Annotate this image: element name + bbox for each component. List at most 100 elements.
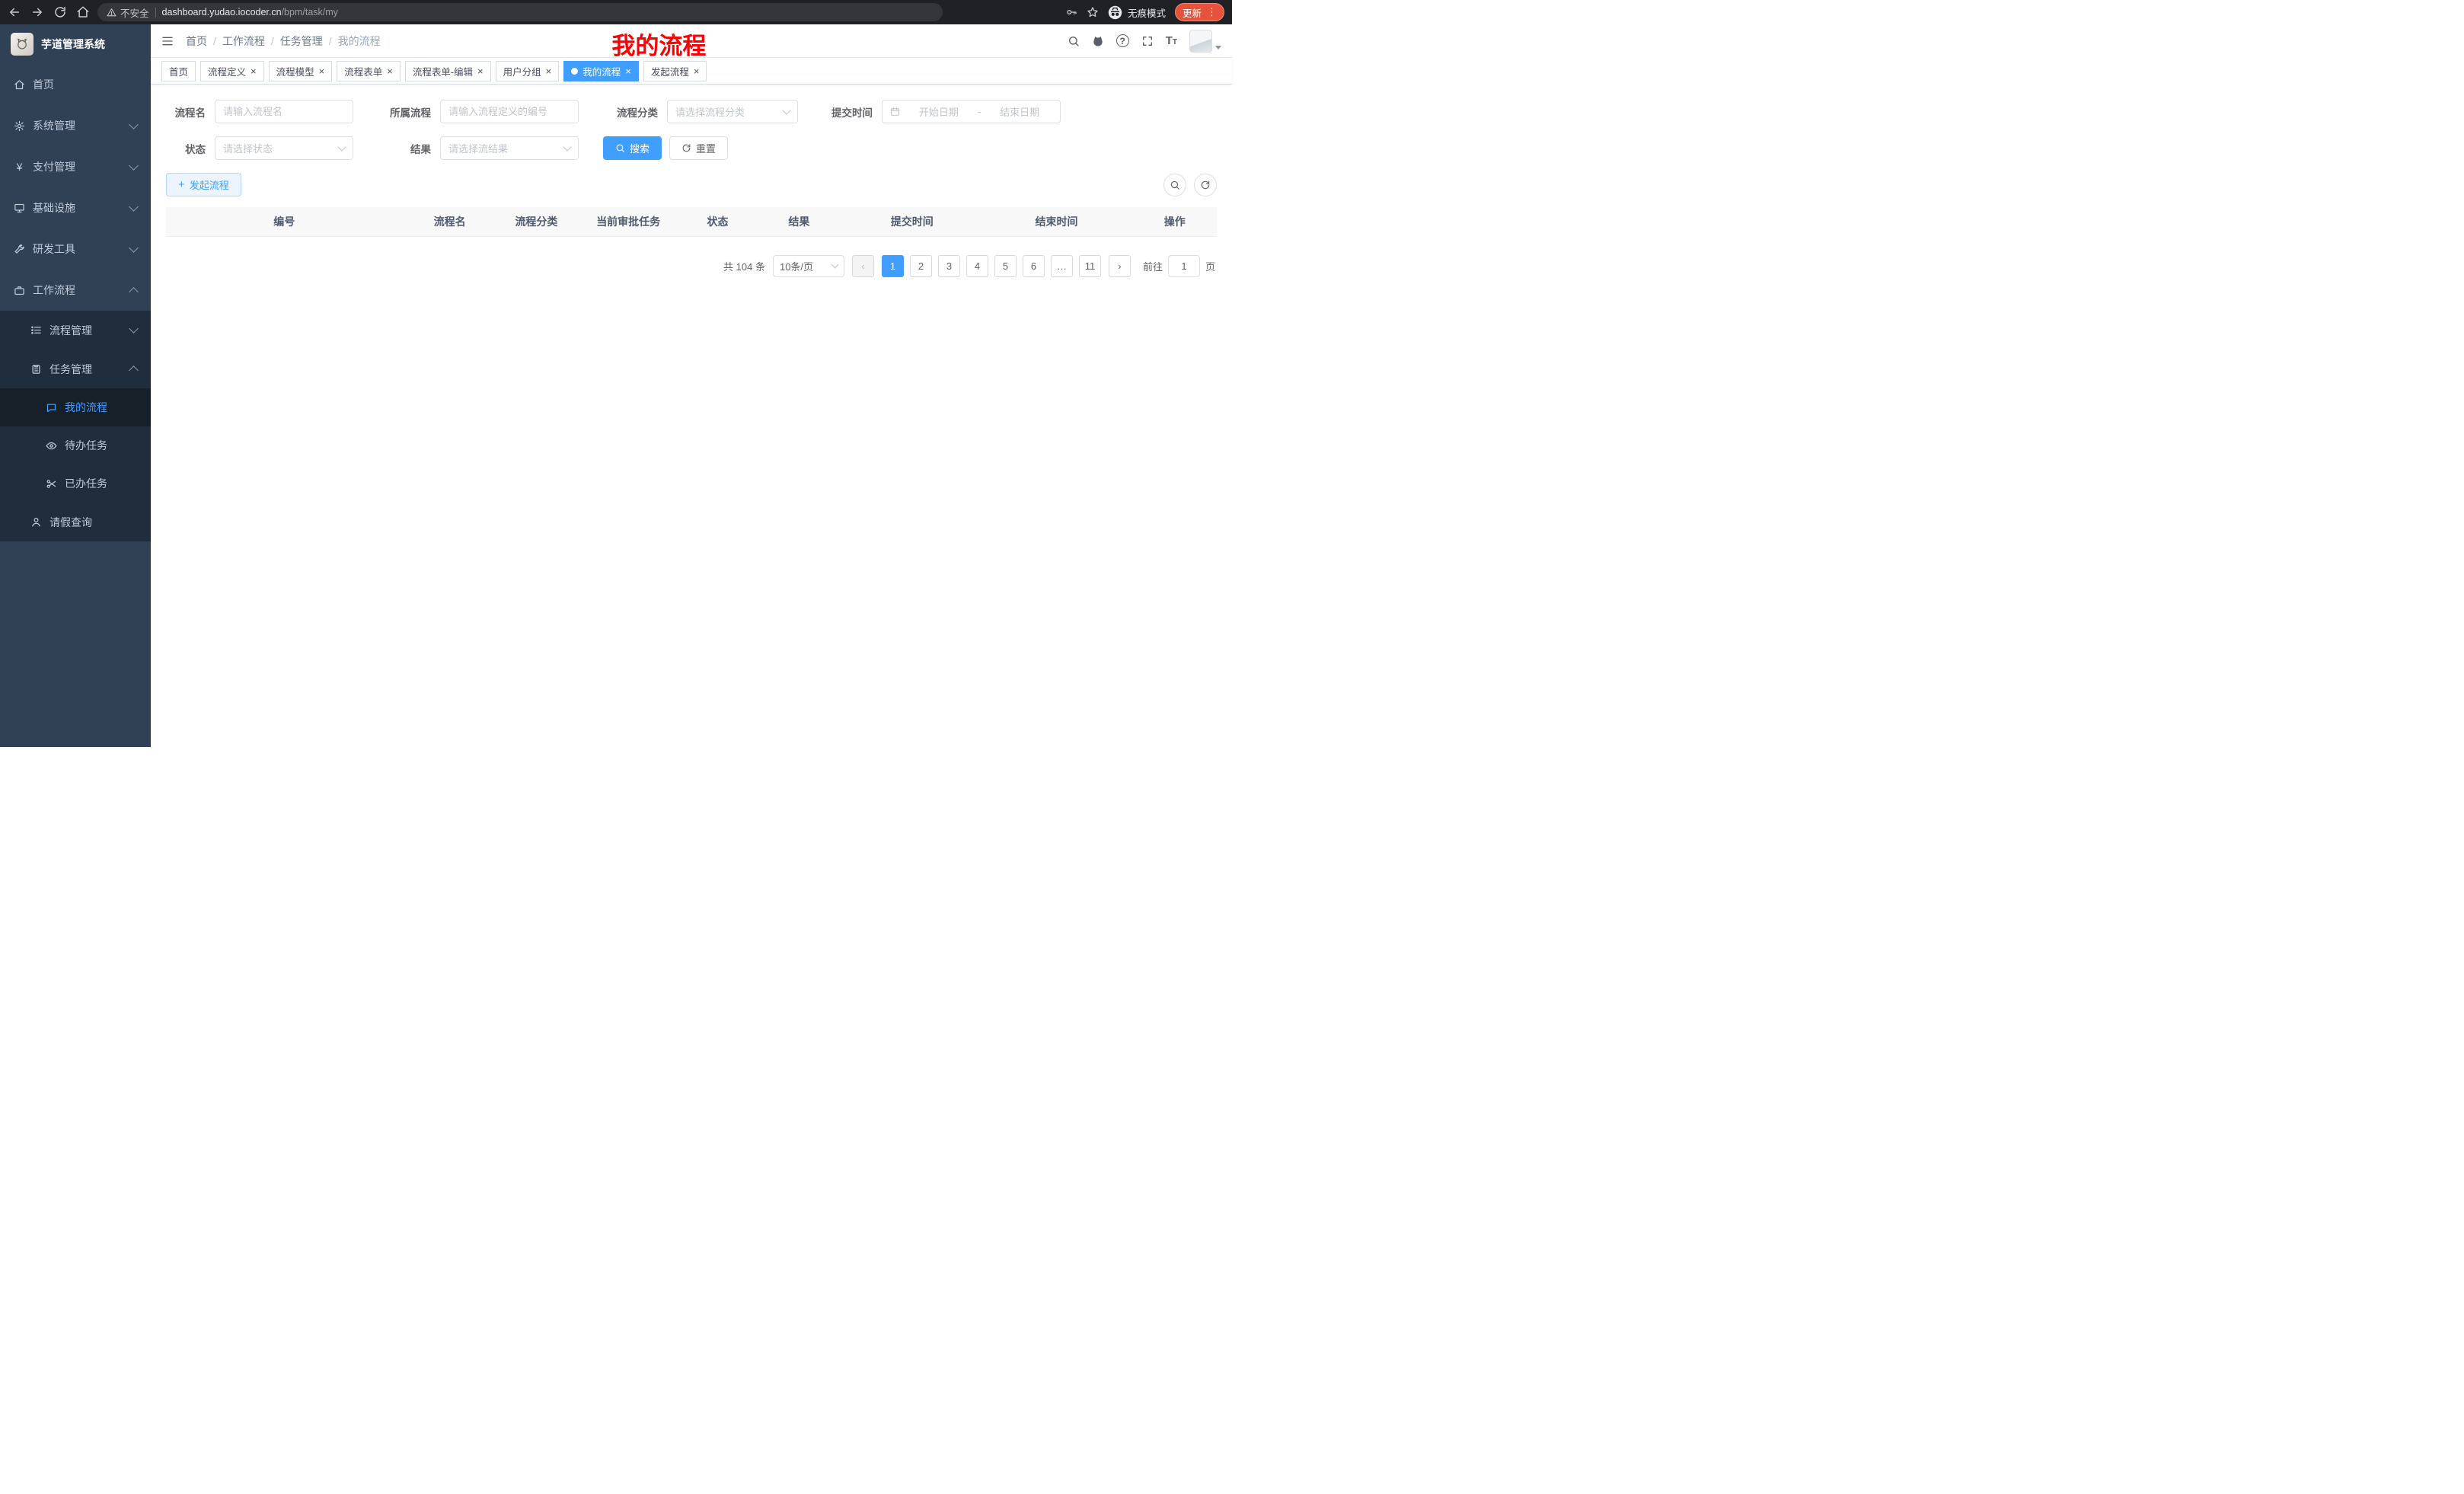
column-header: 提交时间 — [844, 207, 980, 236]
app-title: 芋道管理系统 — [41, 37, 105, 52]
sidebar-item-done-tasks[interactable]: 已办任务 — [0, 464, 151, 503]
bookmark-star-icon[interactable] — [1087, 6, 1099, 18]
sidebar-item-workflow[interactable]: 工作流程 — [0, 270, 151, 311]
fullscreen-icon[interactable] — [1141, 35, 1154, 47]
create-process-button[interactable]: + 发起流程 — [166, 173, 241, 196]
pagination-total: 共 104 条 — [723, 259, 765, 273]
process-name-label: 流程名 — [166, 104, 206, 120]
sidebar-toggle-icon[interactable] — [161, 35, 174, 47]
page-button[interactable]: 11 — [1079, 255, 1101, 277]
breadcrumb-separator: / — [271, 35, 274, 47]
gear-icon — [14, 120, 25, 132]
status-select[interactable]: 请选择状态 — [215, 136, 353, 160]
forward-icon[interactable] — [30, 5, 44, 19]
table-refresh-button[interactable] — [1194, 174, 1217, 196]
sidebar-item-my-process[interactable]: 我的流程 — [0, 388, 151, 426]
create-process-label: 发起流程 — [190, 177, 229, 192]
tab-item[interactable]: 流程模型× — [269, 61, 333, 81]
tab-item[interactable]: 用户分组 × — [496, 61, 560, 81]
back-icon[interactable] — [8, 5, 21, 19]
category-select[interactable]: 请选择流程分类 — [667, 100, 798, 123]
chevron-down-icon — [782, 106, 790, 114]
page-button[interactable]: 1 — [882, 255, 904, 277]
home-icon[interactable] — [76, 5, 90, 19]
font-size-icon[interactable]: TT — [1166, 34, 1177, 47]
process-name-input[interactable] — [215, 100, 353, 123]
close-icon[interactable]: × — [625, 66, 631, 76]
page-size-select[interactable]: 10条/页 — [773, 255, 844, 277]
sidebar-item-infra[interactable]: 基础设施 — [0, 187, 151, 228]
sidebar-item-task-mgmt[interactable]: 任务管理 — [0, 350, 151, 388]
range-separator: - — [978, 106, 981, 117]
incognito-icon — [1108, 5, 1122, 20]
address-bar[interactable]: 不安全 dashboard.yudao.iocoder.cn/bpm/task/… — [97, 3, 943, 21]
help-icon[interactable]: ? — [1116, 34, 1129, 47]
table-header-row: 编号 流程名 流程分类 当前审批任务 状态 结果 提交时间 结束时间 操作 — [166, 207, 1217, 236]
search-icon[interactable] — [1068, 35, 1080, 47]
search-button[interactable]: 搜索 — [603, 136, 662, 160]
tab-item[interactable]: 流程表单-编辑 × — [405, 61, 491, 81]
browser-menu-icon[interactable]: ⋮ — [1207, 6, 1217, 18]
url-path: /bpm/task/my — [282, 7, 338, 18]
submit-time-range-picker[interactable]: 开始日期 - 结束日期 — [882, 100, 1061, 123]
security-indicator[interactable]: 不安全 — [107, 5, 149, 20]
page-ellipsis[interactable]: … — [1051, 255, 1073, 277]
result-placeholder: 请选择流结果 — [448, 141, 508, 155]
avatar[interactable] — [1189, 30, 1212, 53]
tab-label: 流程表单-编辑 — [413, 64, 473, 78]
key-icon[interactable] — [1065, 6, 1077, 18]
goto-suffix: 页 — [1205, 259, 1215, 273]
chevron-down-icon — [129, 324, 139, 334]
page-button[interactable]: 4 — [966, 255, 988, 277]
tab-item[interactable]: 我的流程× — [563, 61, 639, 81]
close-icon[interactable]: × — [387, 66, 393, 76]
close-icon[interactable]: × — [319, 66, 325, 76]
tab-item[interactable]: 首页 — [161, 61, 196, 81]
logo[interactable]: 芋道管理系统 — [0, 24, 151, 64]
chevron-down-icon — [129, 120, 139, 129]
sidebar-item-payment[interactable]: ¥ 支付管理 — [0, 146, 151, 187]
sidebar-item-system[interactable]: 系统管理 — [0, 105, 151, 146]
breadcrumb-item[interactable]: 首页 — [186, 34, 207, 49]
sidebar-item-leave-query[interactable]: 请假查询 — [0, 503, 151, 541]
github-icon[interactable] — [1092, 35, 1104, 47]
user-menu[interactable] — [1189, 30, 1221, 53]
tab-item[interactable]: 流程定义× — [200, 61, 264, 81]
sidebar-item-home[interactable]: 首页 — [0, 64, 151, 105]
chevron-up-icon — [129, 287, 139, 297]
sidebar-item-todo-tasks[interactable]: 待办任务 — [0, 426, 151, 464]
page-button[interactable]: 5 — [994, 255, 1017, 277]
category-placeholder: 请选择流程分类 — [675, 104, 745, 119]
close-icon[interactable]: × — [694, 66, 700, 76]
table-search-button[interactable] — [1163, 174, 1186, 196]
page-button[interactable]: 6 — [1023, 255, 1045, 277]
page-size-value: 10条/页 — [780, 259, 813, 273]
breadcrumb-separator: / — [213, 35, 216, 47]
page-annotation: 我的流程 — [611, 27, 706, 61]
column-header: 流程分类 — [497, 207, 576, 236]
goto-page-input[interactable] — [1168, 255, 1200, 277]
breadcrumb-item[interactable]: 任务管理 — [280, 34, 323, 49]
next-page-button[interactable]: › — [1109, 255, 1131, 277]
close-icon[interactable]: × — [477, 66, 484, 76]
status-label: 状态 — [166, 141, 206, 156]
sidebar: 芋道管理系统 首页 系统管理 ¥ 支付管理 基础设施 — [0, 24, 151, 747]
page-button[interactable]: 2 — [910, 255, 932, 277]
cat-icon — [15, 37, 29, 51]
breadcrumb-item[interactable]: 工作流程 — [222, 34, 265, 49]
sidebar-item-process-mgmt[interactable]: 流程管理 — [0, 311, 151, 350]
result-select[interactable]: 请选择流结果 — [440, 136, 579, 160]
close-icon[interactable]: × — [546, 66, 552, 76]
parent-process-input[interactable] — [440, 100, 579, 123]
sidebar-item-devtools[interactable]: 研发工具 — [0, 228, 151, 270]
close-icon[interactable]: × — [251, 66, 257, 76]
tab-item[interactable]: 发起流程× — [643, 61, 707, 81]
prev-page-button[interactable]: ‹ — [852, 255, 874, 277]
tab-item[interactable]: 流程表单× — [337, 61, 401, 81]
page-button[interactable]: 3 — [938, 255, 960, 277]
reset-button[interactable]: 重置 — [669, 136, 728, 160]
tab-label: 用户分组 — [503, 64, 541, 78]
reload-icon[interactable] — [53, 5, 67, 19]
update-button[interactable]: 更新 ⋮ — [1175, 3, 1224, 21]
column-header: 当前审批任务 — [576, 207, 681, 236]
